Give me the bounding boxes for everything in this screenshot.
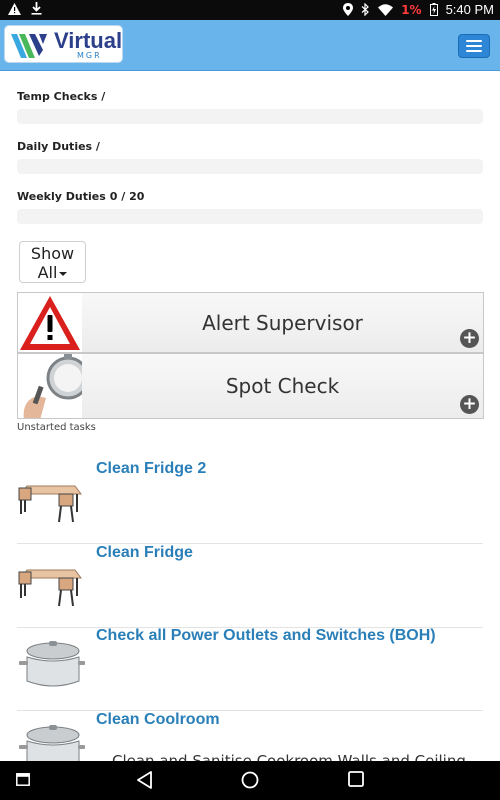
- location-icon: [343, 3, 354, 16]
- task-title: Clean Fridge 2: [96, 460, 207, 477]
- temp-checks-progress: Temp Checks /: [17, 90, 483, 124]
- task-item[interactable]: Clean Fridge: [17, 544, 483, 628]
- show-all-line1: Show: [30, 244, 75, 263]
- virtual-mgr-logo-icon: [11, 34, 47, 58]
- alert-warning-icon: [18, 293, 82, 352]
- task-item[interactable]: Clean Fridge 2: [17, 460, 483, 544]
- app-switcher-icon[interactable]: [16, 773, 30, 786]
- progress-label: Daily Duties /: [17, 140, 100, 153]
- add-plus-icon: +: [460, 395, 479, 414]
- weekly-duties-progress: Weekly Duties 0 / 20: [17, 190, 483, 224]
- recents-icon[interactable]: [348, 771, 364, 787]
- menu-bar: [466, 50, 482, 52]
- task-title: Check all Power Outlets and Switches (BO…: [96, 627, 436, 644]
- app-header: Virtual MGR: [0, 20, 500, 71]
- wifi-icon: [378, 3, 394, 16]
- stopwatch-icon: [18, 354, 82, 418]
- action-label: Spot Check: [225, 374, 340, 398]
- status-bar: 1% 5:40 PM: [0, 0, 500, 20]
- spot-check-button[interactable]: Spot Check +: [17, 353, 484, 419]
- progress-label: Temp Checks /: [17, 90, 106, 103]
- show-all-dropdown[interactable]: Show All: [19, 241, 86, 283]
- navigation-bar: [0, 761, 500, 800]
- progress-value: 0 / 20: [109, 190, 145, 203]
- progress-bar: [17, 109, 483, 124]
- show-all-line2: All: [37, 263, 58, 282]
- task-title: Clean Coolroom: [96, 711, 220, 728]
- download-notification-icon: [31, 2, 42, 15]
- progress-label: Weekly Duties: [17, 190, 106, 203]
- table-chairs-icon: [18, 569, 82, 607]
- action-label: Alert Supervisor: [202, 310, 363, 335]
- battery-charging-icon: [429, 3, 438, 16]
- home-icon[interactable]: [241, 771, 259, 789]
- logo-subtext: MGR: [77, 51, 102, 60]
- menu-bar: [466, 40, 482, 42]
- task-title: Clean Fridge: [96, 544, 193, 561]
- menu-bar: [466, 45, 482, 47]
- cooking-pot-icon: [19, 641, 85, 687]
- progress-bar: [17, 209, 483, 224]
- app-logo[interactable]: Virtual MGR: [4, 25, 123, 63]
- back-icon[interactable]: [137, 771, 153, 789]
- battery-percent: 1%: [401, 2, 422, 17]
- task-item[interactable]: Check all Power Outlets and Switches (BO…: [17, 627, 483, 711]
- add-plus-icon: +: [460, 329, 479, 348]
- bluetooth-icon: [361, 3, 370, 16]
- warning-notification-icon: [8, 2, 21, 15]
- table-chairs-icon: [18, 485, 82, 523]
- alert-supervisor-button[interactable]: Alert Supervisor +: [17, 292, 484, 353]
- section-caption: Unstarted tasks: [17, 422, 96, 433]
- daily-duties-progress: Daily Duties /: [17, 140, 483, 174]
- hamburger-menu-button[interactable]: [458, 34, 490, 58]
- caret-down-icon: [59, 271, 68, 276]
- progress-bar: [17, 159, 483, 174]
- clock: 5:40 PM: [445, 2, 494, 17]
